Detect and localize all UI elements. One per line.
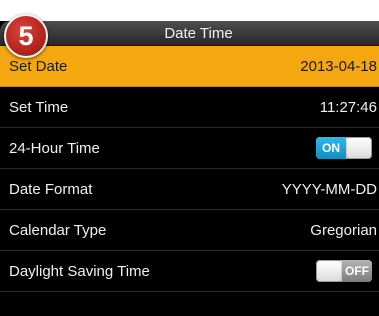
toggle-knob — [317, 261, 341, 281]
menu-item-value: YYYY-MM-DD — [281, 181, 377, 198]
24-hour-time-toggle[interactable]: ON — [316, 137, 372, 159]
toggle-state-label: ON — [316, 137, 346, 159]
menu-item-set-time[interactable]: Set Time 11:27:46 — [0, 87, 379, 128]
menu-item-daylight-saving-time[interactable]: Daylight Saving Time OFF — [0, 251, 379, 292]
toggle-knob — [347, 138, 371, 158]
step-number-badge: 5 — [4, 14, 48, 58]
menu-item-calendar-type[interactable]: Calendar Type Gregorian — [0, 210, 379, 251]
menu-item-24-hour-time[interactable]: 24-Hour Time ON — [0, 128, 379, 169]
menu-item-set-date[interactable]: Set Date 2013-04-18 — [0, 46, 379, 87]
menu-item-label: Set Time — [9, 99, 69, 116]
menu-item-label: Set Date — [9, 58, 68, 75]
menu-item-value: Gregorian — [310, 222, 377, 239]
title-bar: Date Time — [0, 21, 379, 46]
menu-item-value: 11:27:46 — [319, 99, 377, 116]
menu-item-label: Date Format — [9, 181, 93, 198]
menu-item-label: 24-Hour Time — [9, 140, 100, 157]
menu-item-label: Calendar Type — [9, 222, 107, 239]
daylight-saving-time-toggle[interactable]: OFF — [316, 260, 372, 282]
menu-item-label: Daylight Saving Time — [9, 263, 150, 280]
toggle-state-label: OFF — [342, 260, 372, 282]
menu-item-date-format[interactable]: Date Format YYYY-MM-DD — [0, 169, 379, 210]
menu-item-value: 2013-04-18 — [300, 58, 377, 75]
page-title: Date Time — [164, 25, 233, 42]
